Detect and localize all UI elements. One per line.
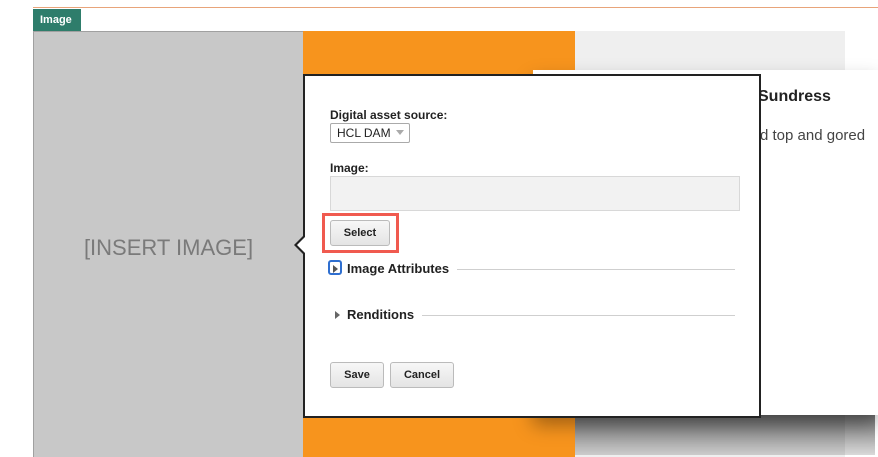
asset-source-value: HCL DAM (337, 126, 391, 140)
asset-source-select[interactable]: HCL DAM (330, 123, 410, 143)
select-button[interactable]: Select (330, 220, 390, 246)
section-label: Renditions (347, 307, 423, 322)
insert-image-text: [INSERT IMAGE] (83, 235, 254, 260)
dialog-pointer-inner (297, 236, 306, 254)
top-divider (33, 7, 878, 8)
caret-right-icon (335, 311, 340, 319)
section-renditions[interactable]: Renditions (330, 307, 735, 323)
cancel-button[interactable]: Cancel (390, 362, 454, 388)
caret-right-icon (333, 265, 338, 273)
save-button[interactable]: Save (330, 362, 384, 388)
image-field[interactable] (330, 176, 740, 211)
expand-toggle-image-attributes[interactable] (328, 260, 342, 275)
card-shadow (575, 415, 875, 455)
image-label: Image: (330, 161, 369, 175)
product-title: Sundress (758, 88, 831, 105)
image-component-tag[interactable]: Image (33, 9, 81, 31)
section-label: Image Attributes (347, 261, 458, 276)
image-placeholder[interactable]: [INSERT IMAGE] (33, 31, 303, 457)
chevron-down-icon (396, 130, 404, 135)
asset-source-label: Digital asset source: (330, 108, 448, 122)
product-description: d top and gored (760, 127, 866, 144)
section-image-attributes[interactable]: Image Attributes (330, 261, 735, 277)
